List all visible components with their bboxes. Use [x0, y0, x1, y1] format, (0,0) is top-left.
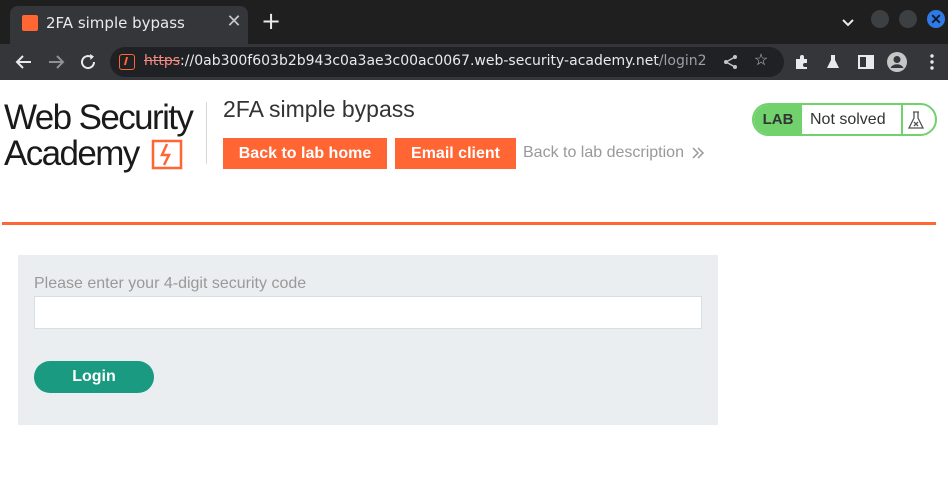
security-code-input[interactable]: [34, 296, 702, 329]
double-chevron-right-icon[interactable]: [690, 145, 706, 161]
lab-tag: LAB: [754, 105, 802, 134]
lightning-bolt-icon: [151, 139, 183, 170]
logo-line-1: Web Security: [4, 98, 194, 137]
bookmark-star-icon[interactable]: ☆: [752, 52, 770, 70]
reload-icon[interactable]: [76, 50, 100, 74]
tab-title: 2FA simple bypass: [46, 14, 185, 32]
forward-arrow-icon[interactable]: [44, 50, 68, 74]
address-bar[interactable]: https://0ab300f603b2b943c0a3ae3c00ac0067…: [110, 47, 784, 77]
side-panel-icon[interactable]: [856, 52, 876, 72]
header-orange-rule: [2, 222, 936, 225]
header-divider: [206, 102, 207, 164]
lab-status-badge: LAB Not solved: [752, 103, 937, 136]
portswigger-favicon-icon: [22, 15, 38, 31]
share-icon[interactable]: [722, 53, 740, 71]
site-info-icon[interactable]: [119, 54, 135, 70]
flask-icon: [907, 111, 925, 129]
flask-icon[interactable]: [823, 52, 843, 72]
back-to-lab-home-button[interactable]: Back to lab home: [223, 138, 387, 169]
logo-line-2: Academy: [4, 134, 140, 173]
chevron-down-icon[interactable]: [838, 12, 858, 32]
url-text: https://0ab300f603b2b943c0a3ae3c00ac0067…: [144, 53, 707, 69]
back-arrow-icon[interactable]: [12, 50, 36, 74]
extensions-puzzle-icon[interactable]: [792, 52, 812, 72]
minimize-window-button[interactable]: [871, 10, 889, 28]
login-button[interactable]: Login: [34, 361, 154, 393]
close-window-button[interactable]: ✕: [927, 10, 945, 28]
close-tab-icon[interactable]: ✕: [224, 12, 244, 32]
lab-status-text: Not solved: [810, 111, 886, 128]
more-menu-icon[interactable]: [922, 52, 942, 72]
lab-title: 2FA simple bypass: [223, 96, 415, 122]
browser-tab[interactable]: 2FA simple bypass ✕: [10, 6, 248, 44]
browser-toolbar: https://0ab300f603b2b943c0a3ae3c00ac0067…: [0, 44, 948, 80]
badge-divider: [901, 105, 903, 134]
back-to-lab-description-link[interactable]: Back to lab description: [523, 144, 684, 162]
security-code-form: Please enter your 4-digit security code …: [18, 255, 718, 425]
profile-avatar-icon[interactable]: [886, 51, 908, 73]
email-client-button[interactable]: Email client: [395, 138, 516, 169]
page-content: Web Security Academy 2FA simple bypass B…: [0, 80, 948, 481]
security-code-label: Please enter your 4-digit security code: [34, 275, 307, 292]
new-tab-icon[interactable]: +: [260, 9, 282, 33]
browser-tab-bar: 2FA simple bypass ✕ + ✕: [0, 0, 948, 44]
web-security-academy-logo[interactable]: Web Security Academy: [4, 98, 204, 173]
maximize-window-button[interactable]: [899, 10, 917, 28]
